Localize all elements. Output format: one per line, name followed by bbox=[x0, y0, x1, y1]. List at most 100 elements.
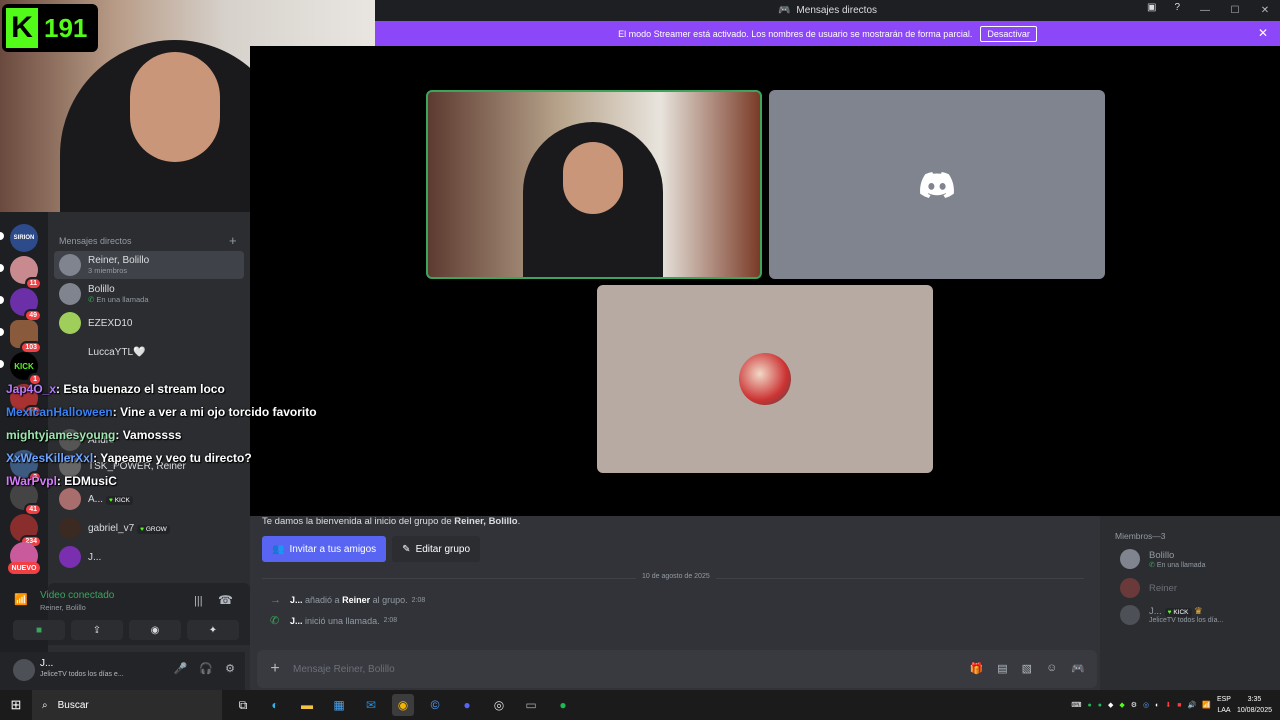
settings-gear-icon[interactable]: ⚙ bbox=[225, 662, 235, 675]
clock[interactable]: 3:35 10/08/2025 bbox=[1237, 694, 1272, 716]
gif-icon[interactable]: ▤ bbox=[997, 662, 1007, 675]
app-icon[interactable]: ▭ bbox=[520, 694, 542, 716]
avatar bbox=[59, 283, 81, 305]
dm-item[interactable]: EZEXD10 bbox=[54, 309, 244, 337]
member-item[interactable]: J... ♥ KICK ♛ JeliceTV todos los día... bbox=[1120, 605, 1223, 625]
server-icon[interactable]: SIRION bbox=[10, 224, 38, 252]
message-input[interactable] bbox=[293, 663, 893, 675]
members-header: Miembros—3 bbox=[1115, 531, 1166, 541]
welcome-text: Te damos la bienvenida al inicio del gru… bbox=[262, 516, 521, 527]
camera-button[interactable]: ■ bbox=[13, 620, 65, 640]
maximize-button[interactable]: ☐ bbox=[1220, 0, 1250, 21]
system-message: → J... añadió a Reiner al grupo. 2:08 bbox=[270, 594, 426, 606]
stream-chat-overlay: Jap4O_x: Esta buenazo el stream loco Mex… bbox=[6, 378, 336, 493]
viewer-count: 191 bbox=[44, 12, 88, 43]
overlay-chat-line: XxWesKillerXxl: Yapeame y veo tu directo… bbox=[6, 451, 252, 465]
tray-app-icon[interactable]: ◆ bbox=[1119, 701, 1124, 709]
volume-icon[interactable]: 🔊 bbox=[1188, 701, 1197, 709]
member-item[interactable]: Bolillo ✆ En una llamada bbox=[1120, 549, 1205, 569]
server-icon[interactable]: 234 bbox=[10, 514, 42, 548]
headphones-icon[interactable]: 🎧 bbox=[199, 662, 213, 675]
screen-share-button[interactable]: ⇪ bbox=[71, 620, 123, 640]
avatar bbox=[59, 546, 81, 568]
edit-group-button[interactable]: ✎ Editar grupo bbox=[392, 536, 481, 562]
server-icon-kick[interactable]: KICK 1 bbox=[10, 352, 42, 386]
tray-app-icon[interactable]: ◐ bbox=[1155, 702, 1159, 709]
tray-app-icon[interactable]: ● bbox=[1088, 702, 1092, 709]
inbox-icon[interactable]: ▣ bbox=[1147, 2, 1156, 13]
discord-taskbar-icon[interactable]: ● bbox=[456, 694, 478, 716]
dm-item[interactable]: J... bbox=[54, 543, 244, 571]
video-tile-self[interactable] bbox=[426, 90, 762, 279]
deactivate-streamer-button[interactable]: Desactivar bbox=[980, 25, 1037, 42]
windows-start-icon[interactable]: ⊞ bbox=[0, 697, 32, 713]
task-view-icon[interactable]: ⧉ bbox=[232, 694, 254, 716]
tray-app-icon[interactable]: ◆ bbox=[1108, 701, 1113, 709]
avatar bbox=[1120, 549, 1140, 569]
participant-video bbox=[523, 122, 663, 277]
streamer-banner-text: El modo Streamer está activado. Los nomb… bbox=[618, 28, 973, 39]
close-banner-icon[interactable]: ✕ bbox=[1258, 26, 1268, 40]
tray-app-icon[interactable]: ⬇ bbox=[1165, 701, 1171, 709]
outlook-icon[interactable]: ✉ bbox=[360, 694, 382, 716]
close-button[interactable]: ✕ bbox=[1250, 0, 1280, 21]
video-tile-reiner[interactable] bbox=[597, 285, 933, 473]
microphone-icon[interactable]: 🎤 bbox=[174, 662, 188, 675]
tray-app-icon[interactable]: ◎ bbox=[1143, 701, 1149, 709]
tray-app-icon[interactable]: ● bbox=[1098, 702, 1102, 709]
gift-icon[interactable]: 🎁 bbox=[970, 662, 984, 675]
discord-icon: 🎮 bbox=[777, 5, 791, 16]
video-tile-bolillo[interactable] bbox=[769, 90, 1105, 279]
attach-plus-icon[interactable]: + bbox=[257, 660, 293, 678]
dm-header: Mensajes directos bbox=[59, 236, 132, 246]
server-icon[interactable]: 11 bbox=[10, 256, 42, 290]
chrome-icon[interactable]: ◉ bbox=[392, 694, 414, 716]
tray-app-icon[interactable]: ⚙ bbox=[1131, 701, 1137, 709]
arrow-right-icon: → bbox=[270, 594, 281, 606]
disconnect-icon[interactable]: ☎ bbox=[218, 593, 233, 607]
store-icon[interactable]: ▦ bbox=[328, 694, 350, 716]
dm-item[interactable]: Bolillo ✆ En una llamada bbox=[54, 280, 244, 308]
apps-icon[interactable]: 🎮 bbox=[1071, 662, 1085, 675]
user-avatar[interactable] bbox=[13, 659, 35, 681]
activity-button[interactable]: ◉ bbox=[129, 620, 181, 640]
server-icon[interactable]: 103 bbox=[10, 320, 42, 354]
member-item[interactable]: Reiner bbox=[1120, 578, 1177, 598]
discord-logo-icon bbox=[920, 171, 954, 198]
new-badge: NUEVO bbox=[8, 562, 40, 574]
server-icon[interactable]: 49 bbox=[10, 288, 42, 322]
copilot-icon[interactable]: © bbox=[424, 694, 446, 716]
avatar bbox=[59, 341, 81, 363]
noise-suppression-icon[interactable]: ||| bbox=[194, 595, 203, 607]
sticker-icon[interactable]: ▧ bbox=[1022, 662, 1032, 675]
spotify-icon[interactable]: ● bbox=[552, 694, 574, 716]
file-explorer-icon[interactable]: ▬ bbox=[296, 694, 318, 716]
edge-icon[interactable]: ◐ bbox=[264, 694, 286, 716]
wifi-icon[interactable]: 📶 bbox=[1202, 701, 1211, 709]
soundboard-button[interactable]: ✦ bbox=[187, 620, 239, 640]
keyboard-icon[interactable]: ⌨ bbox=[1071, 701, 1081, 709]
system-message: ✆ J... inició una llamada. 2:08 bbox=[270, 615, 398, 627]
dm-item[interactable]: gabriel_v7 ♥ GROW bbox=[54, 514, 244, 542]
language-indicator[interactable]: ESP LAA bbox=[1217, 694, 1231, 716]
dm-item[interactable]: Reiner, Bolillo 3 miembros bbox=[54, 251, 244, 279]
obs-icon[interactable]: ◎ bbox=[488, 694, 510, 716]
overlay-chat-line: MexicanHalloween: Vine a ver a mi ojo to… bbox=[6, 405, 317, 419]
emoji-icon[interactable]: ☺ bbox=[1046, 662, 1057, 675]
crown-icon: ♛ bbox=[1194, 606, 1203, 617]
help-icon[interactable]: ? bbox=[1174, 2, 1180, 13]
minimize-button[interactable]: — bbox=[1190, 0, 1220, 21]
window-title: Mensajes directos bbox=[796, 5, 878, 16]
tray-app-icon[interactable]: ■ bbox=[1177, 702, 1181, 709]
call-icon: ✆ bbox=[1149, 561, 1157, 569]
invite-friends-button[interactable]: 👥 Invitar a tus amigos bbox=[262, 536, 387, 562]
taskbar-search[interactable]: ⌕ Buscar bbox=[32, 690, 222, 720]
kick-tag: ♥ KICK bbox=[1164, 608, 1192, 617]
kick-viewer-badge: K 191 bbox=[2, 4, 98, 52]
create-dm-icon[interactable]: + bbox=[229, 233, 237, 248]
user-panel: J... JeliceTV todos los días e... 🎤 🎧 ⚙ bbox=[0, 652, 245, 690]
pencil-icon: ✎ bbox=[402, 543, 411, 555]
avatar bbox=[1120, 605, 1140, 625]
dm-item[interactable]: LuccaYTL🤍 bbox=[54, 338, 244, 366]
member-list: Miembros—3 Bolillo ✆ En una llamada Reine… bbox=[1100, 516, 1280, 690]
